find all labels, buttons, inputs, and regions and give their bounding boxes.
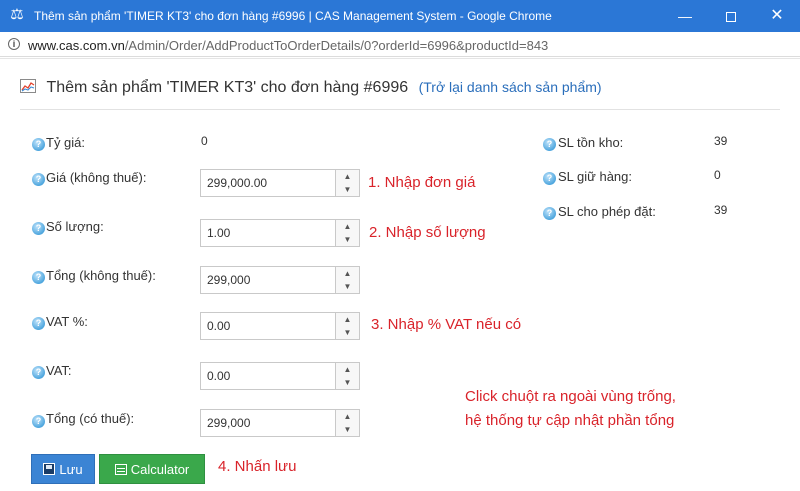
annotation-step2: 2. Nhập số lượng	[369, 224, 486, 241]
save-button[interactable]: Lưu	[31, 454, 95, 484]
spin-down-icon[interactable]: ▼	[336, 423, 359, 436]
url-path: /Admin/Order/AddProductToOrderDetails/0?…	[124, 38, 549, 53]
reserved-label: SL giữ hàng:	[558, 169, 632, 184]
annotation-step1: 1. Nhập đơn giá	[368, 174, 476, 191]
annotation-note-line1: Click chuột ra ngoài vùng trống,	[465, 388, 676, 405]
page-title: Thêm sản phẩm 'TIMER KT3' cho đơn hàng #…	[46, 79, 409, 96]
vat-spinner[interactable]: ▲ ▼	[335, 363, 359, 389]
url-host: www.cas.com.vn	[28, 38, 125, 53]
heading-divider	[20, 109, 780, 110]
quantity-input[interactable]	[201, 220, 335, 246]
annotation-note-line2: hệ thống tự cập nhật phần tổng	[465, 412, 675, 429]
quantity-input-box[interactable]: ▲ ▼	[200, 219, 360, 247]
vat-label: VAT:	[46, 363, 72, 378]
price-label: Giá (không thuế):	[46, 170, 147, 185]
header-divider	[0, 58, 800, 59]
reserved-value: 0	[714, 168, 721, 182]
spin-up-icon[interactable]: ▲	[336, 267, 359, 280]
quantity-label: Số lượng:	[46, 219, 104, 234]
spin-down-icon[interactable]: ▼	[336, 233, 359, 246]
calculator-button-label: Calculator	[130, 462, 190, 477]
spin-down-icon[interactable]: ▼	[336, 376, 359, 389]
vat-input-box[interactable]: ▲ ▼	[200, 362, 360, 390]
page-heading: Thêm sản phẩm 'TIMER KT3' cho đơn hàng #…	[20, 79, 602, 97]
total-excl-input[interactable]	[201, 267, 335, 293]
allowed-label: SL cho phép đặt:	[558, 204, 656, 219]
help-icon: ?	[32, 366, 45, 379]
spin-down-icon[interactable]: ▼	[336, 280, 359, 293]
spin-up-icon[interactable]: ▲	[336, 363, 359, 376]
help-icon: ?	[32, 222, 45, 235]
vat-input[interactable]	[201, 363, 335, 389]
total-incl-input-box[interactable]: ▲ ▼	[200, 409, 360, 437]
help-icon: ?	[32, 173, 45, 186]
spin-up-icon[interactable]: ▲	[336, 220, 359, 233]
close-button[interactable]: ✕	[754, 0, 800, 32]
spin-up-icon[interactable]: ▲	[336, 170, 359, 183]
spin-down-icon[interactable]: ▼	[336, 326, 359, 339]
quantity-spinner[interactable]: ▲ ▼	[335, 220, 359, 246]
vat-percent-input[interactable]	[201, 313, 335, 339]
stock-value: 39	[714, 134, 728, 148]
window-title: Thêm sản phẩm 'TIMER KT3' cho đơn hàng #…	[34, 9, 552, 23]
help-icon: ?	[543, 207, 556, 220]
save-button-label: Lưu	[59, 462, 83, 477]
help-icon: ?	[32, 138, 45, 151]
maximize-icon	[726, 12, 736, 23]
spin-up-icon[interactable]: ▲	[336, 313, 359, 326]
page-content: Thêm sản phẩm 'TIMER KT3' cho đơn hàng #…	[0, 58, 800, 491]
exchange-rate-value: 0	[201, 134, 208, 148]
price-spinner[interactable]: ▲ ▼	[335, 170, 359, 196]
vat-percent-spinner[interactable]: ▲ ▼	[335, 313, 359, 339]
info-icon[interactable]: i	[8, 38, 20, 50]
calculator-button[interactable]: Calculator	[99, 454, 205, 484]
total-incl-input[interactable]	[201, 410, 335, 436]
maximize-button[interactable]	[708, 0, 754, 32]
floppy-disk-icon	[43, 463, 56, 475]
total-excl-spinner[interactable]: ▲ ▼	[335, 267, 359, 293]
stock-label: SL tồn kho:	[558, 135, 624, 150]
annotation-step4: 4. Nhấn lưu	[218, 458, 297, 475]
scales-icon: ⚖	[10, 6, 24, 23]
calendar-icon	[114, 464, 127, 475]
total-incl-spinner[interactable]: ▲ ▼	[335, 410, 359, 436]
price-input[interactable]	[201, 170, 335, 196]
total-excl-label: Tổng (không thuế):	[46, 268, 156, 283]
exchange-rate-label: Tỷ giá:	[46, 135, 86, 150]
price-input-box[interactable]: ▲ ▼	[200, 169, 360, 197]
chart-icon	[20, 79, 36, 93]
total-excl-input-box[interactable]: ▲ ▼	[200, 266, 360, 294]
spin-up-icon[interactable]: ▲	[336, 410, 359, 423]
help-icon: ?	[543, 138, 556, 151]
vat-percent-input-box[interactable]: ▲ ▼	[200, 312, 360, 340]
total-incl-label: Tổng (có thuế):	[46, 411, 135, 426]
allowed-value: 39	[714, 203, 728, 217]
url-text[interactable]: www.cas.com.vn/Admin/Order/AddProductToO…	[28, 38, 548, 53]
help-icon: ?	[543, 172, 556, 185]
minimize-button[interactable]: —	[662, 0, 708, 32]
back-to-products-link[interactable]: (Trở lại danh sách sản phẩm)	[419, 79, 602, 95]
help-icon: ?	[32, 317, 45, 330]
window-titlebar: ⚖ Thêm sản phẩm 'TIMER KT3' cho đơn hàng…	[0, 0, 800, 32]
address-bar[interactable]: i www.cas.com.vn/Admin/Order/AddProductT…	[0, 32, 800, 57]
help-icon: ?	[32, 415, 45, 428]
vat-percent-label: VAT %:	[46, 314, 88, 329]
spin-down-icon[interactable]: ▼	[336, 183, 359, 196]
annotation-step3: 3. Nhập % VAT nếu có	[371, 316, 522, 333]
help-icon: ?	[32, 271, 45, 284]
